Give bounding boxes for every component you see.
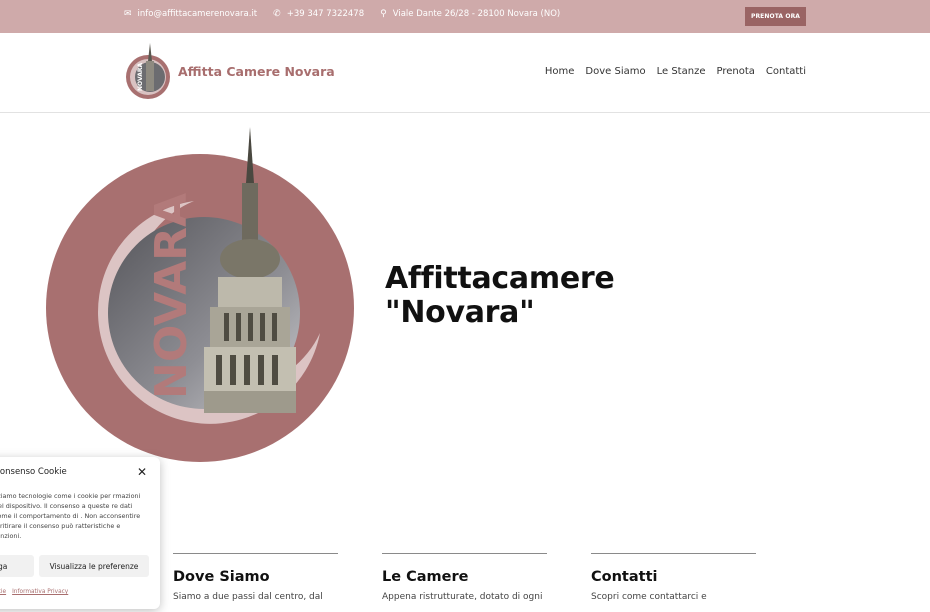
page-title: Affittacamere "Novara"	[385, 261, 615, 330]
feature-title: Dove Siamo	[173, 569, 270, 585]
contact-info: ✉ info@affittacamerenovara.it ✆ +39 347 …	[124, 9, 560, 19]
divider	[382, 553, 547, 554]
divider	[173, 553, 338, 554]
nav-home[interactable]: Home	[545, 66, 575, 77]
deny-button[interactable]: ga	[0, 555, 34, 577]
privacy-policy-link[interactable]: Informativa Privacy	[12, 589, 68, 595]
site-header: NOVARA Affitta Camere Novara Home Dove S…	[0, 33, 930, 113]
cookie-consent-dialog: Consenso Cookie ✕ zziamo tecnologie come…	[0, 457, 160, 609]
feature-title: Le Camere	[382, 569, 469, 585]
book-now-button[interactable]: PRENOTA ORA	[745, 7, 806, 26]
hero-logo-image: NOVARA	[46, 127, 354, 462]
nav-le-stanze[interactable]: Le Stanze	[657, 66, 706, 77]
cookie-links: okie Informativa Privacy	[0, 589, 68, 595]
address-text: Viale Dante 26/28 - 28100 Novara (NO)	[392, 9, 561, 19]
divider	[591, 553, 756, 554]
top-bar: ✉ info@affittacamerenovara.it ✆ +39 347 …	[0, 0, 930, 33]
email-link[interactable]: info@affittacamerenovara.it	[138, 9, 258, 19]
feature-text: Appena ristrutturate, dotato di ogni	[382, 592, 543, 602]
cookie-policy-link[interactable]: okie	[0, 589, 6, 595]
brand-name[interactable]: Affitta Camere Novara	[178, 64, 335, 79]
view-preferences-button[interactable]: Visualizza le preferenze	[39, 555, 149, 577]
nav-dove-siamo[interactable]: Dove Siamo	[585, 66, 645, 77]
title-line-2: "Novara"	[385, 295, 535, 330]
title-line-1: Affittacamere	[385, 261, 615, 296]
main-nav: Home Dove Siamo Le Stanze Prenota Contat…	[545, 66, 806, 77]
envelope-icon: ✉	[124, 8, 132, 19]
feature-text: Scopri come contattarci e	[591, 592, 707, 602]
phone-link[interactable]: +39 347 7322478	[287, 9, 364, 19]
svg-text:NOVARA: NOVARA	[137, 63, 144, 91]
feature-title: Contatti	[591, 569, 658, 585]
phone-icon: ✆	[273, 8, 281, 19]
cookie-title: Consenso Cookie	[0, 467, 67, 477]
feature-dove-siamo: Dove Siamo Siamo a due passi dal centro,…	[173, 553, 338, 604]
map-pin-icon: ⚲	[380, 8, 387, 19]
close-icon[interactable]: ✕	[137, 465, 147, 479]
feature-text: Siamo a due passi dal centro, dal	[173, 592, 323, 602]
feature-le-camere: Le Camere Appena ristrutturate, dotato d…	[382, 553, 547, 604]
site-logo[interactable]: NOVARA	[126, 43, 172, 103]
nav-contatti[interactable]: Contatti	[766, 66, 806, 77]
hero-logo-word: NOVARA	[146, 193, 197, 399]
cookie-text: zziamo tecnologie come i cookie per rmaz…	[0, 492, 141, 540]
feature-contatti: Contatti Scopri come contattarci e	[591, 553, 756, 604]
nav-prenota[interactable]: Prenota	[716, 66, 754, 77]
